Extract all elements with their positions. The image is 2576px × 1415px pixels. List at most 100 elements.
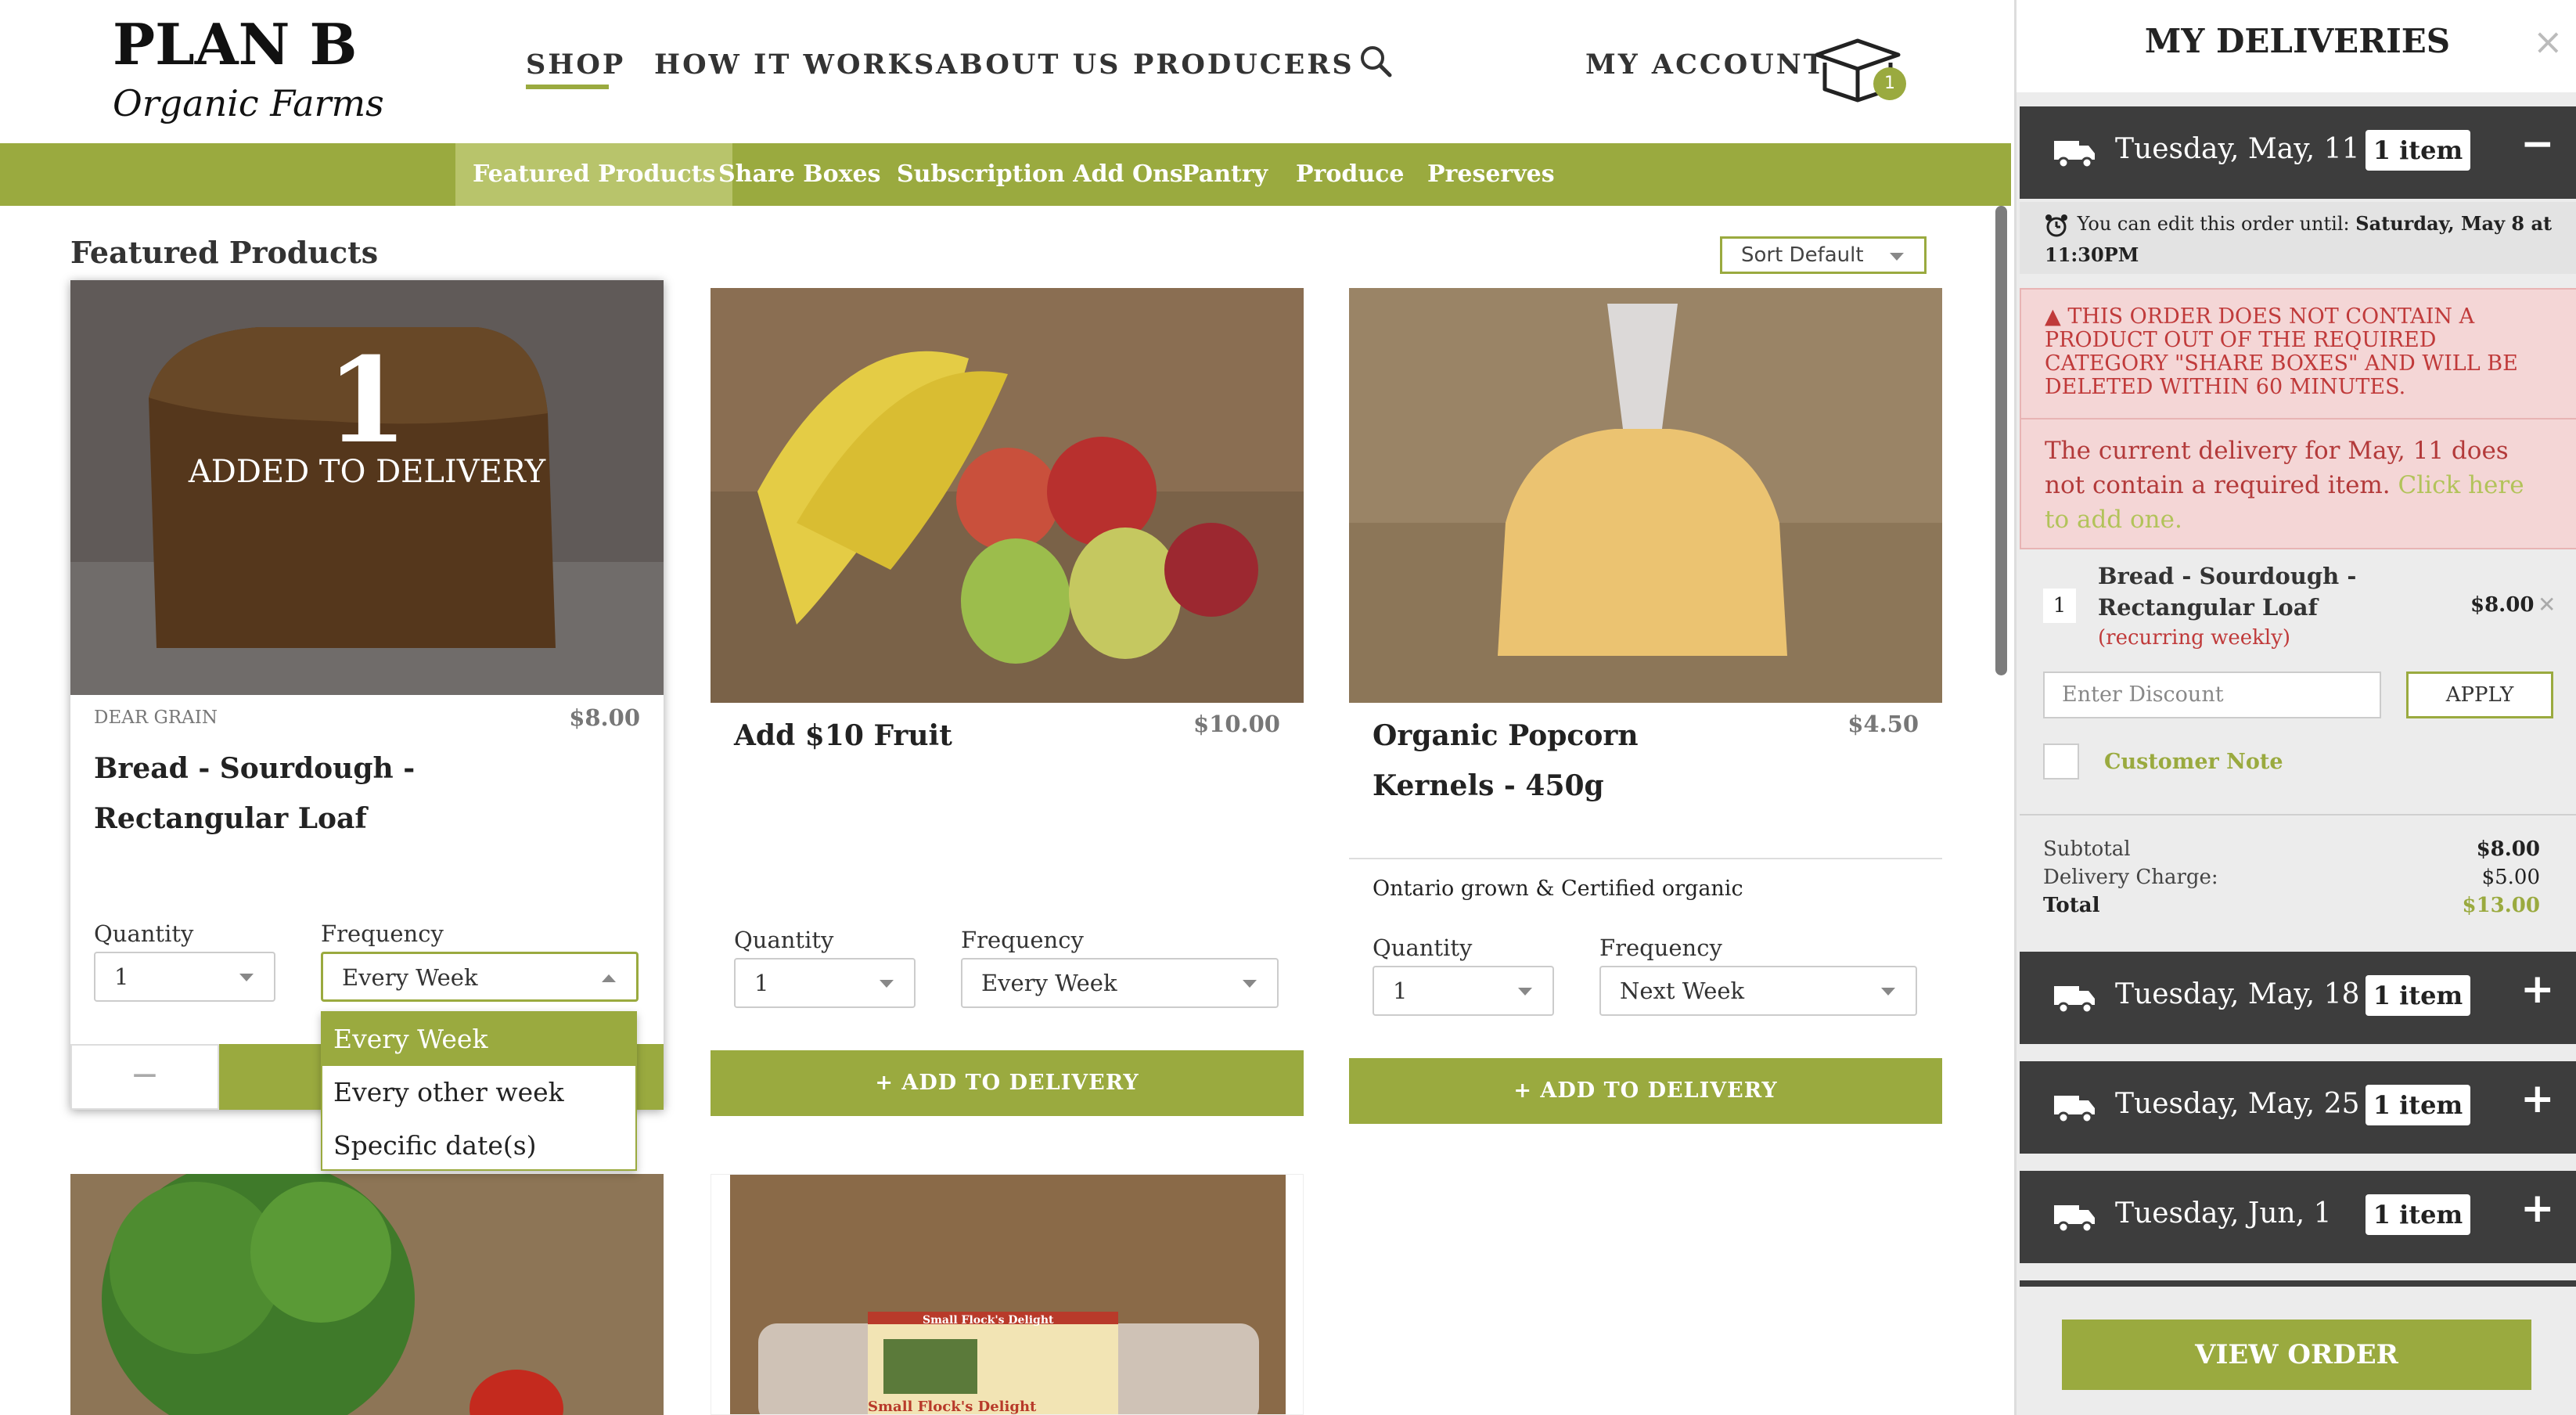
warning-text-wrap: ▲ THIS ORDER DOES NOT CONTAIN A PRODUCT … — [2045, 305, 2561, 399]
frequency-value: Every Week — [342, 964, 478, 991]
warning-text: THIS ORDER DOES NOT CONTAIN A PRODUCT OU… — [2045, 304, 2518, 399]
deliveries-sidebar: MY DELIVERIES × Tuesday, May, 11 1 item … — [2014, 0, 2576, 1415]
chevron-up-icon — [602, 974, 616, 982]
frequency-option-specific-dates[interactable]: Specific date(s) — [322, 1119, 635, 1172]
category-produce[interactable]: Produce — [1279, 143, 1422, 206]
delivery-row-jun-1[interactable]: Tuesday, Jun, 1 1 item + — [2020, 1171, 2576, 1263]
delivery-item-count: 1 item — [2366, 1085, 2470, 1125]
delivery-row-may-11[interactable]: Tuesday, May, 11 1 item − — [2020, 106, 2576, 199]
expand-icon[interactable]: + — [2520, 966, 2555, 1013]
cart-box-icon[interactable]: 1 — [1812, 33, 1906, 103]
frequency-option-every-week[interactable]: Every Week — [322, 1013, 635, 1066]
sort-label: Sort Default — [1741, 243, 1864, 267]
product-image-fruit — [711, 288, 1304, 703]
quantity-value: 1 — [1393, 978, 1408, 1004]
expand-icon[interactable]: + — [2520, 1075, 2555, 1122]
delivery-item-count: 1 item — [2366, 1194, 2470, 1235]
product-card-popcorn: Organic Popcorn Kernels - 450g $4.50 Ont… — [1349, 288, 1942, 1124]
section-title: Featured Products — [70, 235, 379, 270]
subtotal-value: $8.00 — [2476, 837, 2540, 861]
frequency-select[interactable]: Next Week — [1599, 966, 1917, 1016]
order-item-quantity: 1 — [2043, 589, 2076, 623]
totals-divider — [2020, 814, 2576, 816]
delivery-row-may-18[interactable]: Tuesday, May, 18 1 item + — [2020, 952, 2576, 1044]
product-image-greens — [70, 1174, 664, 1415]
product-name[interactable]: Add $10 Fruit — [734, 711, 1172, 761]
quantity-select[interactable]: 1 — [734, 958, 916, 1008]
chevron-down-icon — [239, 974, 254, 981]
decrease-button[interactable]: − — [70, 1044, 219, 1110]
quantity-select[interactable]: 1 — [1373, 966, 1554, 1016]
truck-icon — [2054, 986, 2095, 1014]
delivery-item-count: 1 item — [2366, 130, 2470, 171]
add-to-delivery-button[interactable]: + ADD TO DELIVERY — [711, 1050, 1304, 1116]
view-order-button[interactable]: VIEW ORDER — [2062, 1320, 2531, 1390]
nav-producers[interactable]: PRODUCERS — [1133, 49, 1355, 81]
frequency-label: Frequency — [961, 927, 1084, 953]
product-price: $4.50 — [1847, 711, 1919, 737]
category-preserves[interactable]: Preserves — [1410, 143, 1572, 206]
order-item-name-line1: Bread - Sourdough - — [2098, 563, 2357, 589]
frequency-select[interactable]: Every Week — [321, 952, 639, 1002]
discount-input[interactable]: Enter Discount — [2043, 671, 2381, 718]
expand-icon[interactable]: + — [2520, 1185, 2555, 1232]
nav-active-underline — [526, 85, 609, 89]
egg-carton-label-footer: Small Flock's Delight — [868, 1399, 1037, 1415]
frequency-select[interactable]: Every Week — [961, 958, 1279, 1008]
delivery-row-may-25[interactable]: Tuesday, May, 25 1 item + — [2020, 1061, 2576, 1154]
added-to-delivery-label: ADDED TO DELIVERY — [188, 454, 546, 490]
order-item-price: $8.00 — [2470, 593, 2535, 617]
collapse-icon[interactable]: − — [2520, 121, 2555, 167]
quantity-select[interactable]: 1 — [94, 952, 275, 1002]
order-item-name: Bread - Sourdough - Rectangular Loaf — [2098, 560, 2356, 623]
product-name[interactable]: Bread - Sourdough - Rectangular Loaf — [94, 744, 501, 844]
delivery-date: Tuesday, May, 25 — [2115, 1088, 2360, 1120]
category-featured-products[interactable]: Featured Products — [455, 143, 733, 206]
product-image-eggs — [711, 1175, 1303, 1414]
producer-name: DEAR GRAIN — [94, 708, 218, 728]
nav-how-it-works[interactable]: HOW IT WORKS — [654, 49, 936, 81]
customer-note-label[interactable]: Customer Note — [2104, 750, 2283, 774]
category-subscription-add-ons[interactable]: Subscription Add Ons — [880, 143, 1200, 206]
scrollbar[interactable] — [1995, 206, 2007, 675]
close-icon[interactable]: × — [2533, 20, 2563, 63]
chevron-down-icon — [1243, 980, 1257, 988]
product-card-greens — [70, 1174, 664, 1415]
quantity-label: Quantity — [94, 920, 194, 947]
apply-discount-button[interactable]: APPLY — [2406, 671, 2553, 718]
product-description: Ontario grown & Certified organic — [1373, 877, 1743, 901]
remove-item-icon[interactable]: ✕ — [2538, 592, 2556, 617]
quantity-value: 1 — [754, 970, 769, 996]
cart-count-badge: 1 — [1873, 67, 1906, 100]
product-price: $10.00 — [1193, 711, 1280, 737]
truck-icon — [2054, 141, 2095, 169]
subtotal-label: Subtotal — [2043, 837, 2131, 861]
logo[interactable]: PLAN B Organic Farms — [110, 11, 391, 133]
edit-deadline-row: You can edit this order until: Saturday,… — [2020, 202, 2576, 274]
frequency-value: Next Week — [1620, 978, 1745, 1004]
logo-sub-text: Organic Farms — [113, 82, 384, 124]
nav-shop[interactable]: SHOP — [526, 49, 625, 81]
add-to-delivery-button[interactable]: + ADD TO DELIVERY — [1349, 1058, 1942, 1124]
category-pantry[interactable]: Pantry — [1164, 143, 1285, 206]
frequency-value: Every Week — [981, 970, 1117, 996]
product-name[interactable]: Organic Popcorn Kernels - 450g — [1373, 711, 1740, 811]
sort-select[interactable]: Sort Default — [1720, 236, 1927, 274]
frequency-label: Frequency — [1599, 934, 1722, 961]
truck-icon — [2054, 1205, 2095, 1233]
alarm-clock-icon — [2045, 214, 2071, 237]
delivery-date: Tuesday, May, 11 — [2115, 133, 2360, 165]
customer-note-checkbox[interactable] — [2043, 744, 2079, 780]
truck-icon — [2054, 1096, 2095, 1124]
added-count: 1 — [326, 332, 408, 470]
search-icon[interactable] — [1358, 44, 1393, 78]
edit-deadline-text: You can edit this order until: Saturday,… — [2045, 208, 2561, 271]
total-value: $13.00 — [2462, 894, 2540, 917]
nav-my-account[interactable]: MY ACCOUNT — [1585, 49, 1826, 81]
product-image-popcorn — [1349, 288, 1942, 703]
category-share-boxes[interactable]: Share Boxes — [701, 143, 898, 206]
product-card-bread: 1 ADDED TO DELIVERY DEAR GRAIN $8.00 Bre… — [70, 280, 664, 1110]
total-label: Total — [2043, 894, 2100, 917]
frequency-option-every-other-week[interactable]: Every other week — [322, 1066, 635, 1119]
nav-about-us[interactable]: ABOUT US — [936, 49, 1121, 81]
